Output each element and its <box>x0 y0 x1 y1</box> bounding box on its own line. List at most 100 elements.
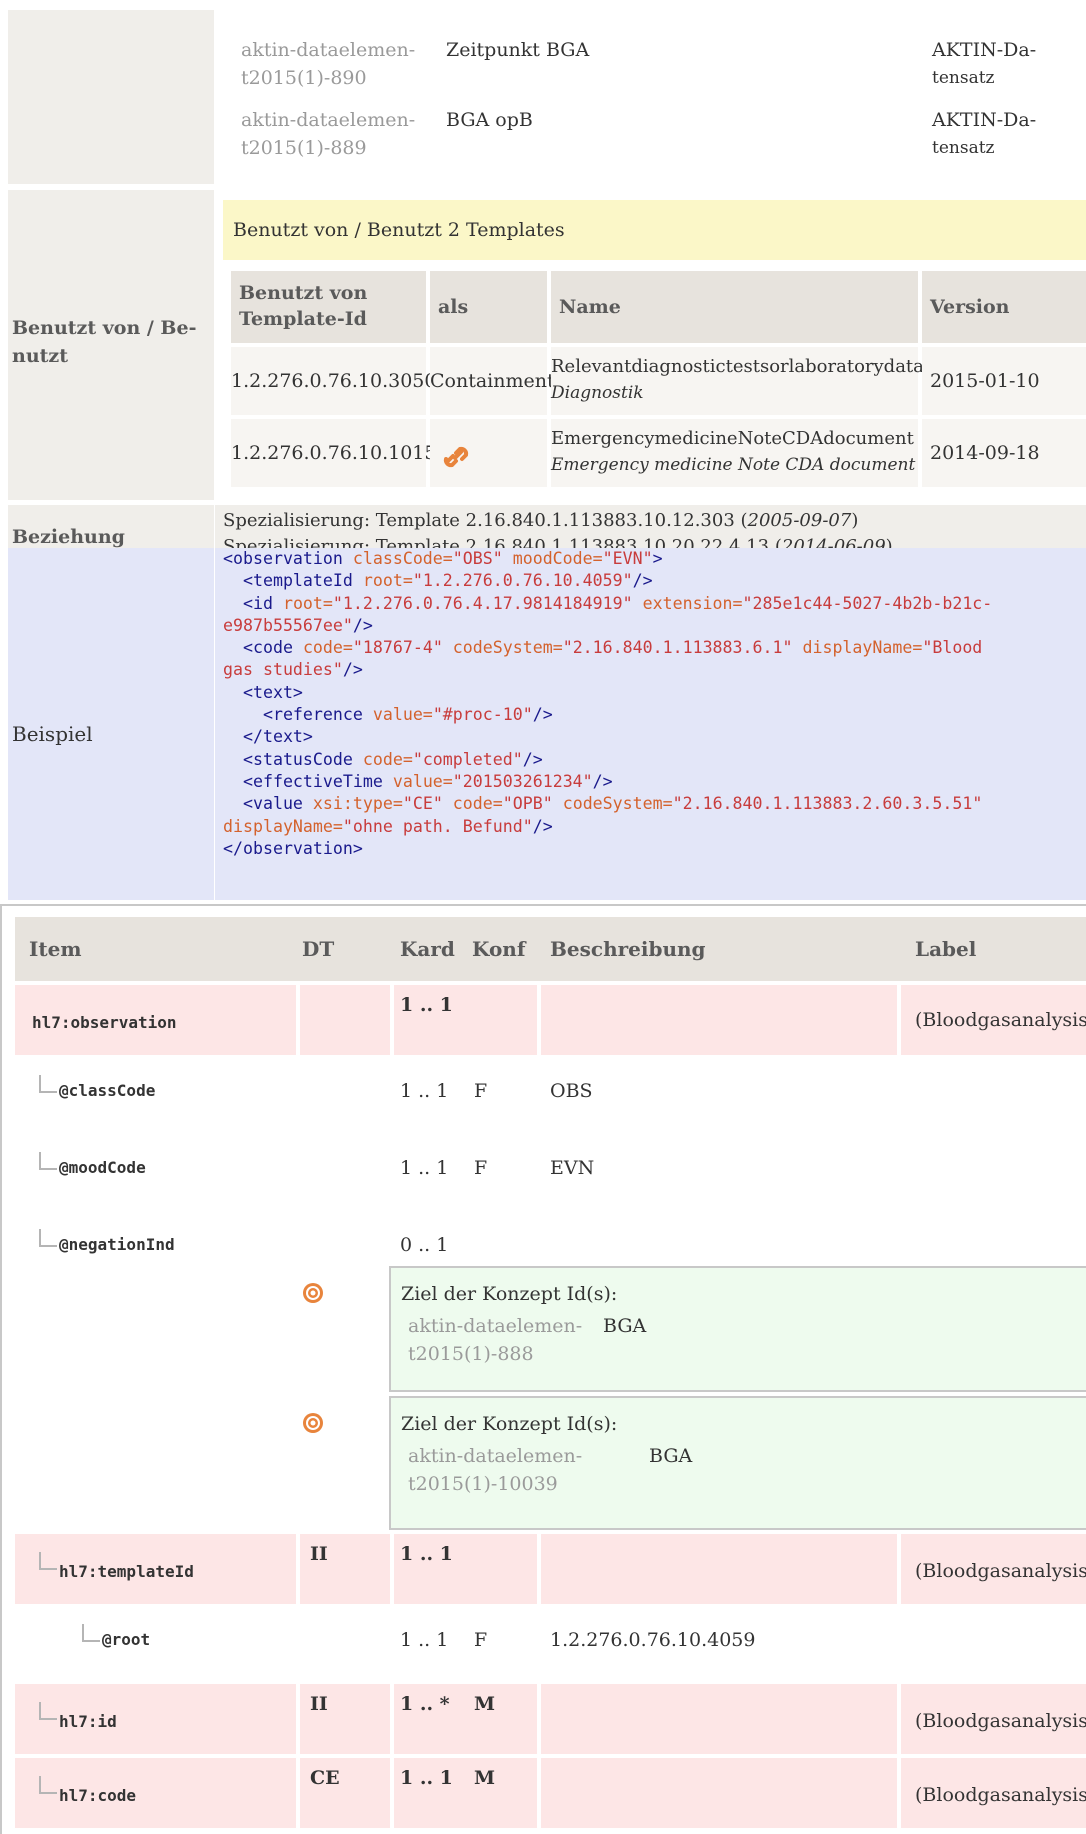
item-card: 1 .. 1 <box>400 1080 449 1102</box>
tree-connector <box>82 1624 100 1642</box>
table-row[interactable]: hl7:templateId II 1 .. 1 (Bloodgasanalys… <box>15 1534 1086 1604</box>
code-token: value= <box>392 771 453 791</box>
code-token: /> <box>592 771 613 791</box>
uses-row-cell <box>430 419 547 487</box>
uses-row-cell: 1.2.276.0.76.10.1015 <box>231 419 436 487</box>
template-version: 2015-01-10 <box>930 370 1040 392</box>
code-token: "CE" <box>402 794 443 814</box>
code-token: <observation <box>223 549 353 568</box>
items-header-row: Item DT Kard Konf Beschreibung Label <box>15 917 1086 981</box>
code-token: > <box>652 549 663 568</box>
item-label: (Bloodgasanalysis) <box>915 1009 1086 1031</box>
template-name-link[interactable]: Relevantdiagnostictestsorlaboratorydata <box>551 353 924 381</box>
concept-id-line1: aktin-dataelemen- <box>408 1445 583 1467</box>
code-token: classCode= <box>352 549 453 568</box>
cell-divider <box>390 1758 394 1828</box>
tree-connector <box>39 1229 57 1247</box>
usage-type: Containment <box>430 370 555 392</box>
uses-row-cell: Relevantdiagnostictestsorlaboratorydata … <box>551 347 924 415</box>
code-token: <value <box>223 794 313 814</box>
cell-divider <box>537 1684 541 1754</box>
cell-divider <box>897 1684 901 1754</box>
uses-banner: Benutzt von / Benutzt 2 Templates <box>223 200 1086 260</box>
table-row[interactable]: hl7:id II 1 .. * M (Bloodgasanalysis) <box>15 1684 1086 1754</box>
code-token: <code <box>223 638 303 658</box>
item-dt: II <box>310 1543 328 1565</box>
template-name-link[interactable]: EmergencymedicineNoteCDAdocument <box>551 425 914 453</box>
items-header-conf: Konf <box>472 937 526 961</box>
code-token: "#proc-10" <box>432 705 533 725</box>
item-name: hl7:code <box>59 1786 137 1805</box>
item-conf: F <box>474 1080 488 1102</box>
code-token: "EVN" <box>602 549 653 568</box>
item-name: @negationInd <box>59 1235 175 1254</box>
table-row[interactable]: hl7:code CE 1 .. 1 M (Bloodgasanalysis) <box>15 1758 1086 1828</box>
code-token: "201503261234" <box>452 771 593 791</box>
example-label-cell: Beispiel <box>8 548 214 900</box>
target-icon <box>303 1413 323 1433</box>
item-card: 0 .. 1 <box>400 1234 449 1256</box>
code-token: "2.16.840.1.113883.6.1" <box>562 638 793 658</box>
item-name: hl7:templateId <box>59 1562 194 1581</box>
item-dt: II <box>310 1693 328 1715</box>
cell-divider <box>897 985 901 1055</box>
code-token: displayName= <box>792 638 923 658</box>
header-text: als <box>438 296 469 318</box>
uses-header-template-id: Benutzt von Template-Id <box>231 271 426 343</box>
code-token: /> <box>522 749 543 769</box>
header-text: Name <box>559 296 621 318</box>
uses-row-cell: 2014-09-18 <box>922 419 1086 487</box>
table-row[interactable]: hl7:observation 1 .. 1 (Bloodgasanalysis… <box>15 985 1086 1055</box>
code-token: <id <box>223 593 283 613</box>
code-token: /> <box>532 705 553 725</box>
code-token: "ohne path. Befund" <box>342 816 533 836</box>
item-name: @root <box>102 1630 151 1649</box>
concept-target-box: Ziel der Konzept Id(s): aktin-dataelemen… <box>389 1266 1086 1392</box>
relation-line: Spezialisierung: Template 2.16.840.1.113… <box>223 507 858 535</box>
code-token: code= <box>302 638 353 658</box>
target-icon <box>303 1283 323 1303</box>
item-name: hl7:id <box>59 1712 117 1731</box>
uses-header-name: Name <box>551 271 918 343</box>
template-display-name: Emergency medicine Note CDA document <box>551 455 916 475</box>
cell-divider <box>537 1534 541 1604</box>
concept-source-line2: tensatz <box>932 138 995 158</box>
cell-divider <box>537 1758 541 1828</box>
uses-header-version: Version <box>922 271 1086 343</box>
items-header-item: Item <box>29 937 82 961</box>
code-token: root= <box>282 593 333 613</box>
uses-label-line1: Benutzt von / Be- <box>12 317 197 339</box>
code-token: root= <box>362 571 413 591</box>
table-row[interactable]: @classCode 1 .. 1 F OBS <box>15 1055 1086 1132</box>
cell-divider <box>296 1534 300 1604</box>
items-header-label: Label <box>915 937 977 961</box>
relation-text: ) <box>851 510 859 531</box>
item-card: 1 .. 1 <box>400 994 453 1016</box>
concept-source-line1: AKTIN-Da- <box>932 39 1037 61</box>
concept-id-line1: aktin-dataelemen- <box>241 39 416 61</box>
item-conf: M <box>474 1693 496 1715</box>
items-header-desc: Beschreibung <box>550 937 706 961</box>
code-token: <text> <box>223 682 303 702</box>
tree-connector <box>39 1075 57 1093</box>
relation-text: Spezialisierung: Template 2.16.840.1.113… <box>223 510 748 531</box>
cell-divider <box>390 985 394 1055</box>
cell-divider <box>390 1534 394 1604</box>
cell-divider <box>537 985 541 1055</box>
header-text: Template-Id <box>239 308 367 330</box>
template-version: 2014-09-18 <box>930 442 1040 464</box>
item-conf: F <box>474 1629 488 1651</box>
tree-connector <box>39 1552 57 1570</box>
code-token: codeSystem= <box>552 794 673 814</box>
code-token: "285e1c44-5027-4b2b-b21c- <box>742 593 993 613</box>
code-token: codeSystem= <box>442 638 563 658</box>
link-icon[interactable] <box>442 439 472 469</box>
table-row[interactable]: @moodCode 1 .. 1 F EVN <box>15 1132 1086 1209</box>
items-header-dt: DT <box>302 937 335 961</box>
example-label: Beispiel <box>12 722 93 746</box>
uses-label-line2: nutzt <box>12 345 68 367</box>
relation-label: Beziehung <box>12 526 125 548</box>
cell-divider <box>897 1758 901 1828</box>
table-row[interactable]: @root 1 .. 1 F 1.2.276.0.76.10.4059 <box>15 1604 1086 1680</box>
concept-id-line1: aktin-dataelemen- <box>408 1315 583 1337</box>
